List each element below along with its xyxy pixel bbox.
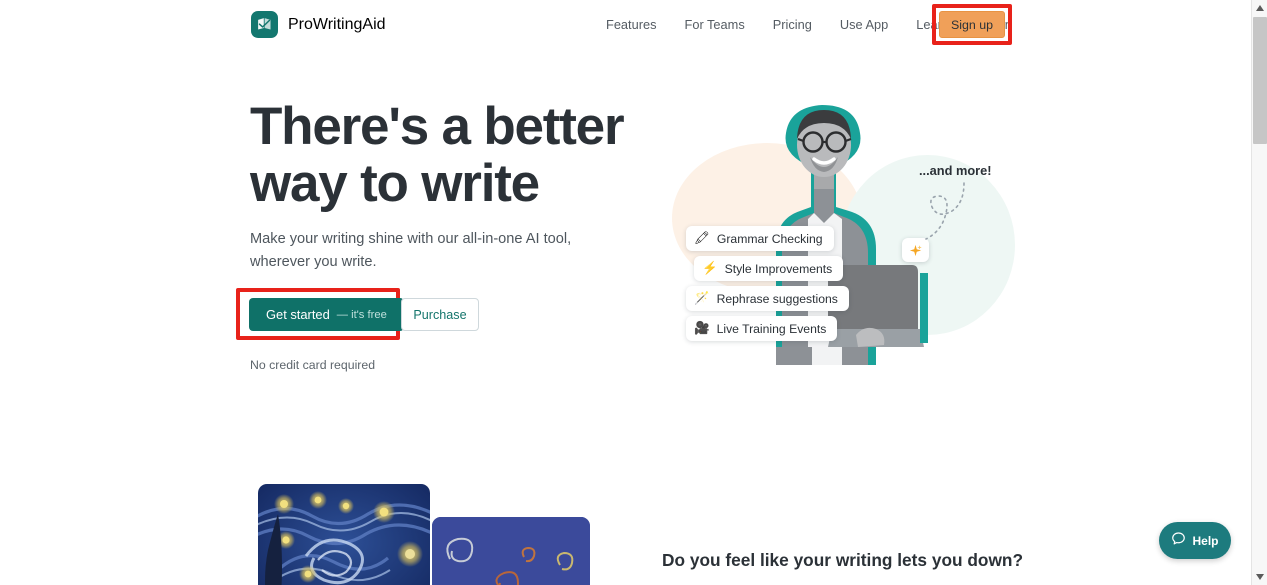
dotted-arrow-icon [912, 181, 972, 247]
hero-illustration: 🖍 Grammar Checking ⚡ Style Improvements … [650, 95, 1015, 370]
scrollbar-thumb[interactable] [1253, 17, 1267, 144]
movie-camera-icon: 🎥 [694, 321, 710, 336]
nav-item-pricing[interactable]: Pricing [759, 0, 826, 50]
feature-chip-label: Rephrase suggestions [716, 291, 838, 306]
nav-item-features[interactable]: Features [600, 0, 671, 50]
signup-button[interactable]: Sign up [939, 11, 1005, 38]
get-started-free-label: — it's free [336, 308, 387, 321]
vertical-scrollbar[interactable] [1251, 0, 1267, 585]
purchase-button[interactable]: Purchase [401, 298, 479, 331]
nav-item-for-teams[interactable]: For Teams [671, 0, 759, 50]
brand-name: ProWritingAid [288, 15, 386, 33]
nav-item-use-app[interactable]: Use App [826, 0, 902, 50]
scroll-down-arrow[interactable] [1252, 569, 1267, 585]
help-widget-button[interactable]: Help [1159, 522, 1231, 559]
feature-chip-rephrase-suggestions: 🪄 Rephrase suggestions [686, 286, 849, 311]
pencil-icon: 🖍 [694, 231, 710, 246]
feature-chip-live-training-events: 🎥 Live Training Events [686, 316, 838, 341]
signup-button-group: Sign up [932, 4, 1012, 45]
chat-bubble-icon [1171, 531, 1186, 551]
magic-wand-icon: 🪄 [694, 291, 710, 306]
get-started-button[interactable]: Get started — it's free [249, 298, 404, 331]
help-widget-label: Help [1192, 533, 1219, 548]
section-heading: Do you feel like your writing lets you d… [662, 550, 1024, 570]
brand-logo[interactable]: ProWritingAid [251, 11, 386, 38]
get-started-label: Get started [266, 307, 330, 322]
scroll-up-arrow[interactable] [1252, 0, 1267, 16]
feature-chip-label: Style Improvements [724, 261, 833, 276]
site-header: ProWritingAid Features For Teams Pricing… [0, 0, 1251, 50]
hero-subtitle: Make your writing shine with our all-in-… [250, 231, 572, 270]
feature-chip-style-improvements: ⚡ Style Improvements [694, 256, 844, 281]
feature-chip-label: Live Training Events [716, 321, 827, 336]
and-more-annotation: ...and more! [919, 163, 992, 178]
browser-page: ProWritingAid Features For Teams Pricing… [0, 0, 1267, 585]
no-credit-card-note: No credit card required [250, 358, 376, 372]
feature-chip-label: Grammar Checking [716, 231, 823, 246]
starry-night-image [258, 484, 430, 585]
page-viewport: ProWritingAid Features For Teams Pricing… [0, 0, 1251, 585]
page-title: There's a better way to write [250, 97, 625, 213]
book-check-icon [251, 11, 278, 38]
blue-swirls-image [432, 517, 590, 585]
lightning-icon: ⚡ [702, 261, 718, 276]
feature-chip-grammar-checking: 🖍 Grammar Checking [686, 226, 834, 251]
